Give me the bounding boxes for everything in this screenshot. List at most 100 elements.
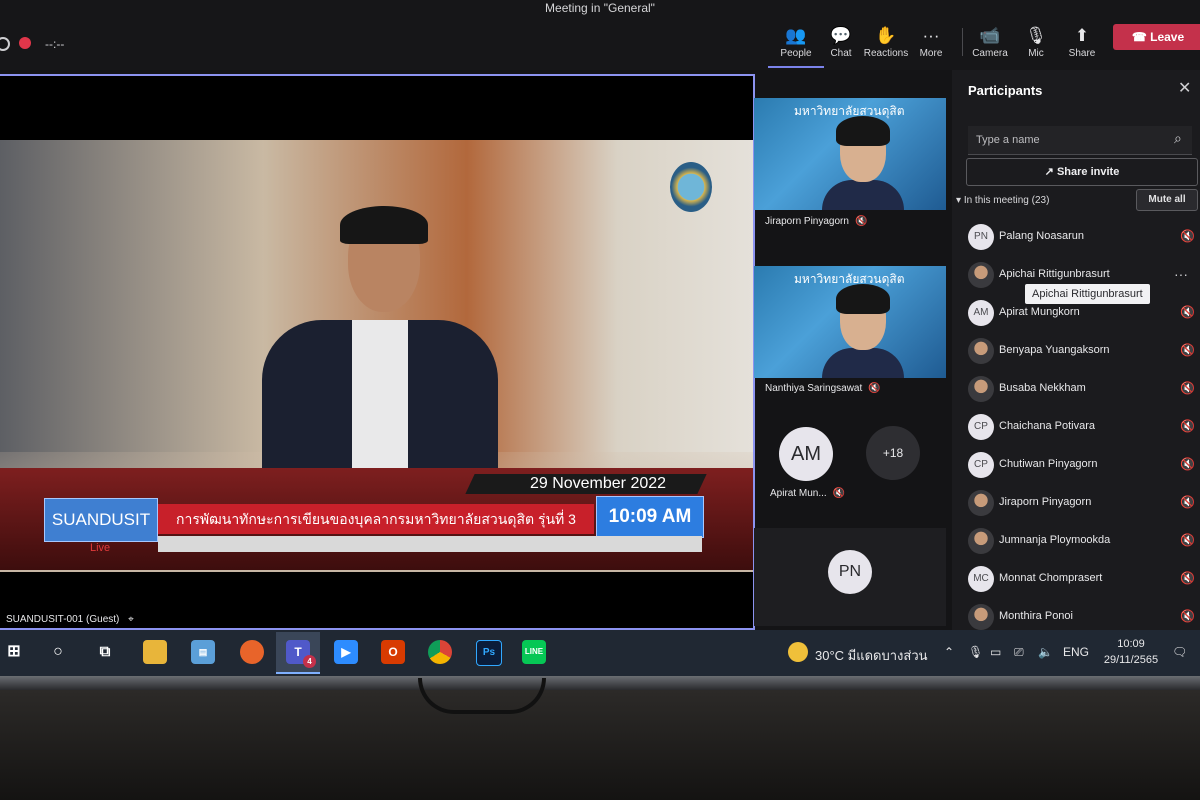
participant-row[interactable]: Busaba Nekkham 🔇	[966, 372, 1200, 406]
broadcast-headline: การพัฒนาทักษะการเขียนของบุคลากรมหาวิทยาล…	[158, 504, 594, 534]
tile-name-nanthiya: Nanthiya Saringsawat 🔇	[765, 383, 881, 394]
broadcast-time: 10:09 AM	[596, 496, 704, 538]
participant-row[interactable]: Jumnanja Ploymookda 🔇	[966, 524, 1200, 558]
battery-icon[interactable]: ▭	[990, 645, 1001, 659]
windows-start-icon[interactable]: ⊞	[2, 640, 26, 664]
office-icon[interactable]: O	[381, 640, 405, 664]
avatar	[968, 528, 994, 554]
university-seal-logo	[670, 162, 712, 212]
mic-off-icon: 🔇	[1180, 381, 1195, 395]
control-panel-icon[interactable]: ▤	[191, 640, 215, 664]
participant-name: Palang Noasarun	[999, 230, 1085, 242]
participant-tooltip: Apichai Rittigunbrasurt	[1025, 284, 1150, 304]
mic-off-icon: 🔇	[1180, 419, 1195, 433]
leave-button[interactable]: ☎ Leave	[1113, 24, 1200, 50]
participant-name: Monnat Chomprasert	[999, 572, 1103, 584]
network-icon[interactable]: ⎚	[1014, 645, 1024, 660]
participant-row[interactable]: Benyapa Yuangaksorn 🔇	[966, 334, 1200, 368]
more-participants-button[interactable]: +18	[866, 426, 920, 480]
chevron-down-icon: ▾	[956, 195, 964, 206]
timer-icon	[0, 37, 10, 51]
taskbar-clock[interactable]: 10:09 29/11/2565	[1096, 636, 1166, 668]
recording-icon	[19, 37, 31, 49]
participant-row[interactable]: CP Chaichana Potivara 🔇	[966, 410, 1200, 444]
chat-label: Chat	[830, 48, 852, 59]
participant-row[interactable]: PN Palang Noasarun 🔇	[966, 220, 1200, 254]
share-invite-button[interactable]: ↗ Share invite	[966, 158, 1198, 186]
firefox-icon[interactable]	[240, 640, 264, 664]
teams-badge: 4	[303, 655, 316, 668]
mic-off-icon: 🔇	[1180, 609, 1195, 623]
avatar	[968, 604, 994, 630]
close-icon[interactable]: ✕	[1178, 78, 1191, 98]
participant-row[interactable]: Monthira Ponoi 🔇	[966, 600, 1200, 634]
windows-taskbar: ⊞ ○ ⧉ ▤ T4 ▶ O Ps LINE 30°C มีแดดบางส่วน…	[0, 630, 1200, 676]
more-button[interactable]: ··· More	[903, 26, 959, 59]
line-icon[interactable]: LINE	[522, 640, 546, 664]
mic-off-icon: 🔇	[854, 216, 868, 227]
room-background	[0, 690, 1200, 800]
stage-participant-name: SUANDUSIT-001 (Guest) ⌖	[6, 614, 134, 625]
participant-search-input[interactable]: Type a name ⌕	[968, 126, 1192, 155]
zoom-icon[interactable]: ▶	[334, 640, 358, 664]
mic-off-icon: 🔇	[1180, 343, 1195, 357]
pin-icon: ⌖	[128, 614, 134, 625]
in-meeting-header[interactable]: ▾ In this meeting (23)	[956, 195, 1049, 206]
mic-tray-icon[interactable]: 🎙	[968, 645, 983, 659]
teams-icon[interactable]: T4	[286, 640, 316, 668]
mic-label: Mic	[1028, 48, 1044, 59]
camera-label: Camera	[972, 48, 1008, 59]
share-button[interactable]: ⬆ Share	[1054, 26, 1110, 59]
share-icon: ↗	[1044, 166, 1057, 178]
avatar-pn: PN	[828, 550, 872, 594]
video-tile-nanthiya[interactable]: มหาวิทยาลัยสวนดุสิต	[754, 266, 946, 378]
mute-all-button[interactable]: Mute all	[1136, 189, 1198, 211]
weather-text[interactable]: 30°C มีแดดบางส่วน	[815, 645, 928, 666]
chrome-icon[interactable]	[428, 640, 452, 664]
mic-off-icon: 🔇	[1180, 571, 1195, 585]
file-explorer-icon[interactable]	[143, 640, 167, 664]
brand-label: SUANDUSIT	[44, 498, 158, 542]
avatar: CP	[968, 452, 994, 478]
reactions-label: Reactions	[863, 48, 909, 59]
avatar: MC	[968, 566, 994, 592]
leave-label: Leave	[1150, 30, 1185, 44]
share-label: Share	[1068, 48, 1096, 59]
participant-row[interactable]: Jiraporn Pinyagorn 🔇	[966, 486, 1200, 520]
participant-row[interactable]: MC Monnat Chomprasert 🔇	[966, 562, 1200, 596]
avatar-am[interactable]: AM	[779, 427, 833, 481]
notifications-icon[interactable]: 🗨	[1172, 645, 1187, 659]
task-view-icon[interactable]: ⧉	[93, 640, 117, 664]
participant-name: Monthira Ponoi	[999, 610, 1073, 622]
recording-time: --:--	[45, 37, 65, 51]
more-label: More	[919, 48, 943, 59]
broadcast-date: 29 November 2022	[529, 475, 667, 492]
mic-off-icon: 🔇	[868, 383, 881, 394]
live-label: Live	[90, 542, 111, 554]
chevron-up-icon[interactable]: ⌃	[944, 645, 954, 659]
share-tray-icon: ⬆	[1074, 26, 1090, 45]
avatar	[968, 490, 994, 516]
photoshop-icon[interactable]: Ps	[476, 640, 502, 666]
search-icon[interactable]: ○	[46, 640, 70, 664]
participant-row[interactable]: CP Chutiwan Pinyagorn 🔇	[966, 448, 1200, 482]
video-tile-jiraporn[interactable]: มหาวิทยาลัยสวนดุสิต	[754, 98, 946, 210]
avatar: AM	[968, 300, 994, 326]
mic-off-icon: 🔇	[1180, 305, 1195, 319]
tile-name-apirat: Apirat Mun... 🔇	[770, 488, 846, 499]
more-options-icon[interactable]: ···	[1174, 266, 1188, 282]
main-video-stage[interactable]: 29 November 2022 SUANDUSIT การพัฒนาทักษะ…	[0, 74, 755, 630]
avatar	[968, 338, 994, 364]
participant-name: Jiraporn Pinyagorn	[999, 496, 1092, 508]
participant-name: Apirat Mungkorn	[999, 306, 1080, 318]
mic-off-icon: 🔇	[1180, 229, 1195, 243]
participants-panel: Participants ✕ Type a name ⌕ ↗ Share inv…	[952, 70, 1200, 630]
volume-icon[interactable]: 🔈	[1038, 645, 1053, 659]
avatar: CP	[968, 414, 994, 440]
phone-hangup-icon: ☎	[1131, 30, 1151, 44]
video-tile-pn[interactable]: PN	[754, 528, 946, 626]
monitor-bezel	[0, 676, 1200, 690]
weather-icon[interactable]	[788, 642, 808, 662]
mic-off-icon: 🔇	[1180, 457, 1195, 471]
language-indicator[interactable]: ENG	[1063, 645, 1089, 659]
